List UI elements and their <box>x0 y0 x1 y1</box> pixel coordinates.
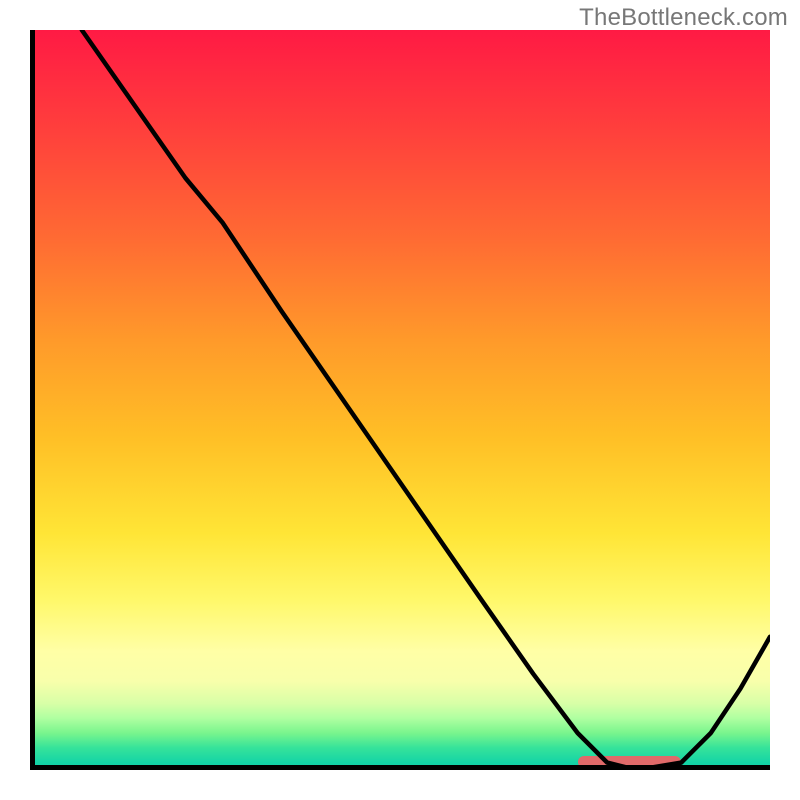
chart-stage: TheBottleneck.com <box>0 0 800 800</box>
gradient-background <box>30 30 770 770</box>
watermark-text: TheBottleneck.com <box>579 4 788 32</box>
plot-area <box>30 30 770 770</box>
optimal-range-marker <box>578 756 682 768</box>
